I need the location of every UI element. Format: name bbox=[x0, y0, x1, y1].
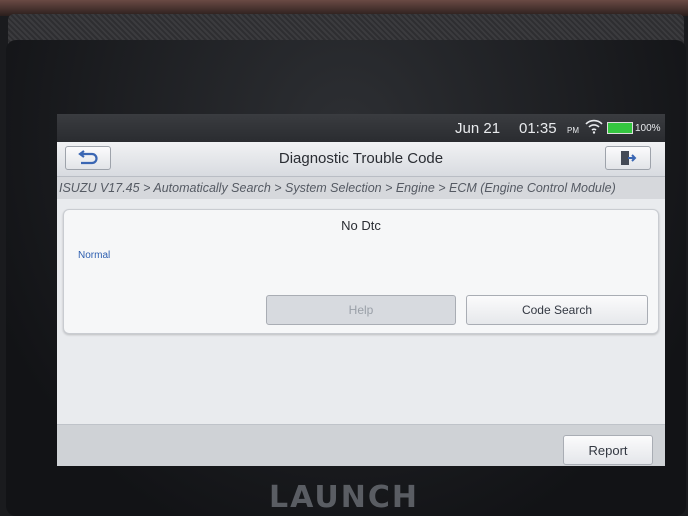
status-ampm: PM bbox=[567, 126, 579, 135]
status-date: Jun 21 bbox=[455, 120, 501, 137]
dtc-status-text: Normal bbox=[78, 250, 111, 261]
bottom-bar: Report bbox=[57, 424, 665, 466]
brand-logo: LAUNCH bbox=[268, 480, 419, 515]
report-button[interactable]: Report bbox=[563, 435, 653, 465]
dtc-result-title: No Dtc bbox=[341, 218, 381, 233]
breadcrumb: ISUZU V17.45 > Automatically Search > Sy… bbox=[57, 177, 665, 199]
exit-icon bbox=[621, 151, 637, 165]
wifi-icon bbox=[585, 117, 603, 139]
battery-icon bbox=[607, 122, 633, 134]
status-bar: Jun 21 01:35 PM 100% bbox=[57, 114, 665, 142]
help-button[interactable]: Help bbox=[266, 295, 456, 325]
battery-percent: 100% bbox=[635, 123, 661, 134]
tablet-screen: Jun 21 01:35 PM 100% Diagnostic Trouble … bbox=[57, 114, 665, 466]
title-bar: Diagnostic Trouble Code bbox=[57, 142, 665, 177]
page-title: Diagnostic Trouble Code bbox=[278, 150, 444, 167]
dtc-result-card: No Dtc Normal Help Code Search bbox=[63, 209, 659, 334]
status-time: 01:35 bbox=[519, 120, 557, 137]
exit-button[interactable] bbox=[605, 146, 651, 170]
code-search-button[interactable]: Code Search bbox=[466, 295, 648, 325]
